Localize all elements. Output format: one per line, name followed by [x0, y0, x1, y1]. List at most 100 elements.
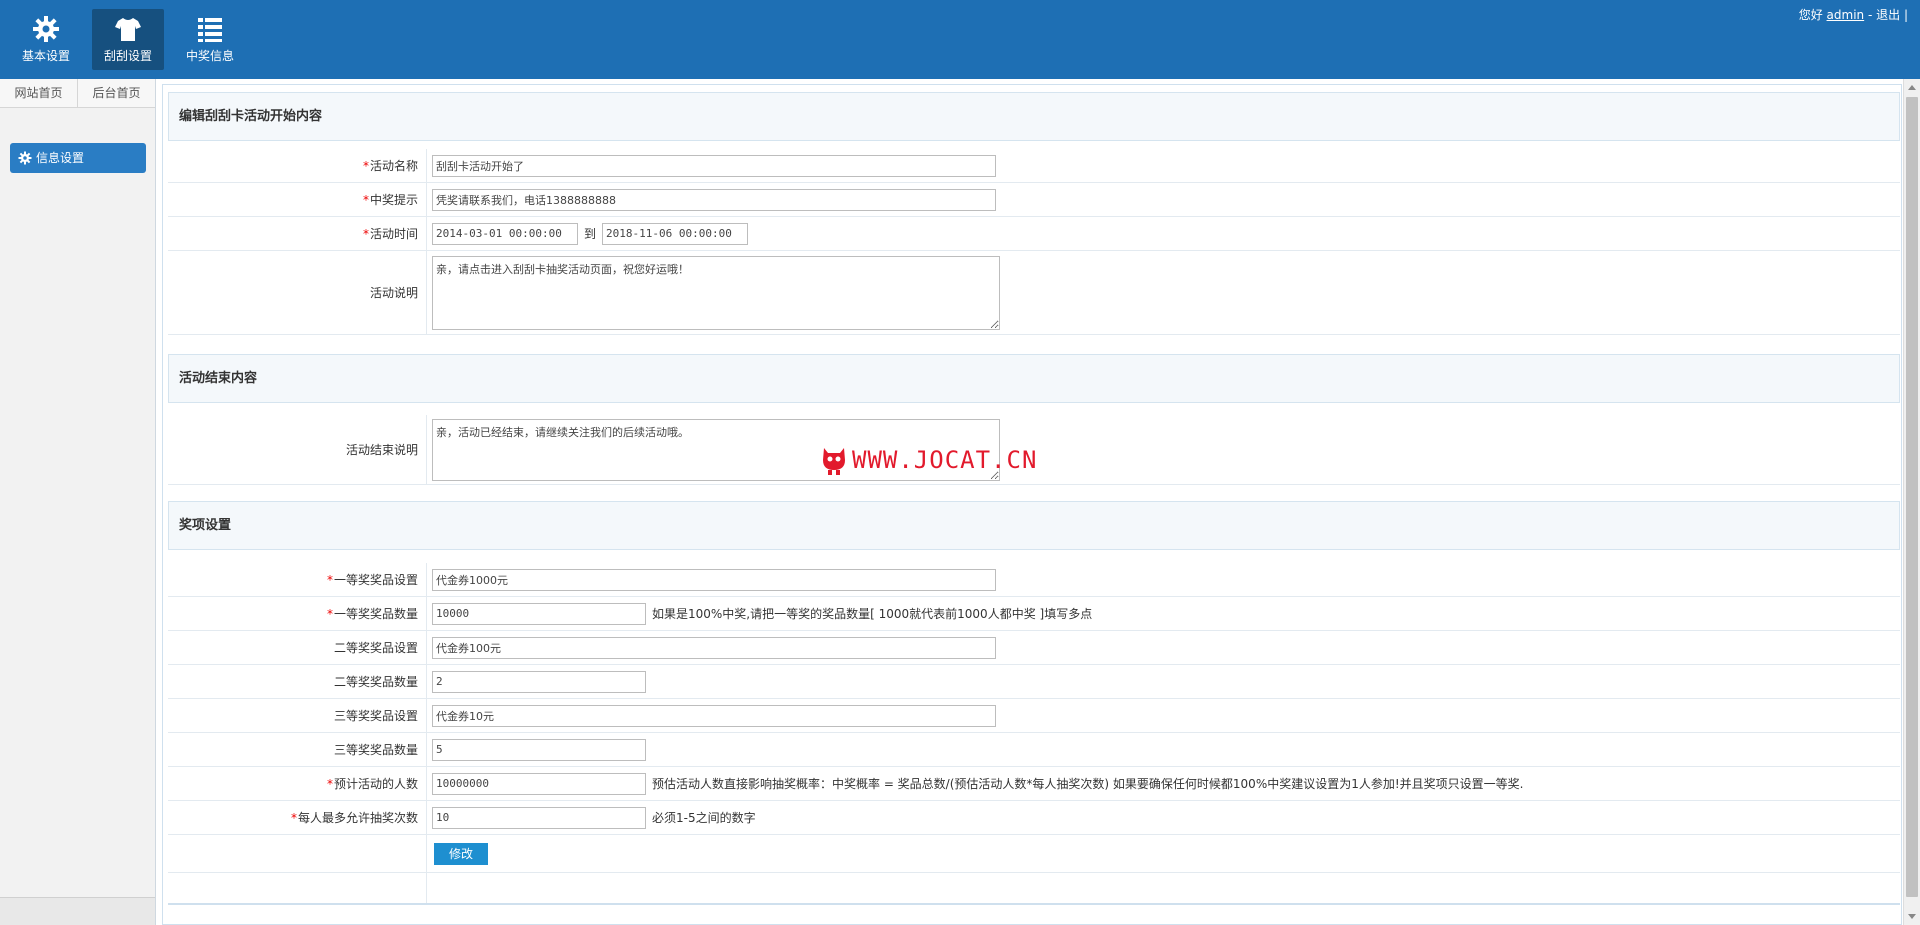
- max-draws-input[interactable]: [432, 806, 646, 829]
- label-text: 预计活动的人数: [333, 777, 418, 791]
- form-row-activity-time: *活动时间 到: [168, 217, 1900, 251]
- field-label: * 一等奖奖品数量: [168, 597, 427, 630]
- prize1-name-input[interactable]: [432, 568, 996, 591]
- tab-site-home[interactable]: 网站首页: [0, 79, 78, 107]
- required-mark: *: [362, 192, 369, 207]
- expected-people-hint: 预估活动人数直接影响抽奖概率：中奖概率 = 奖品总数/(预估活动人数*每人抽奖次…: [652, 777, 1524, 791]
- activity-desc-textarea[interactable]: 亲，请点击进入刮刮卡抽奖活动页面，祝您好运哦！: [432, 255, 1000, 330]
- gear-icon: [18, 151, 32, 165]
- nav-label: 刮刮设置: [103, 49, 152, 63]
- nav-basic-settings[interactable]: 基本设置: [10, 9, 82, 70]
- label-text: 活动说明: [369, 286, 418, 300]
- field-label: * 预计活动的人数: [168, 767, 427, 800]
- user-area: 您好 admin - 退出 |: [1799, 6, 1908, 23]
- main-content: 编辑刮刮卡活动开始内容 *活动名称 *中奖提示 *活动时间 到 活动说明 亲，请…: [162, 84, 1902, 925]
- field-label: * 每人最多允许抽奖次数: [168, 801, 427, 834]
- nav-scratch-settings[interactable]: 刮刮设置: [92, 9, 164, 70]
- start-time-input[interactable]: [432, 222, 578, 245]
- field-label: 活动结束说明: [168, 415, 427, 484]
- form-row-activity-desc: 活动说明 亲，请点击进入刮刮卡抽奖活动页面，祝您好运哦！: [168, 251, 1900, 335]
- end-time-input[interactable]: [602, 222, 749, 245]
- label-text: 一等奖奖品数量: [333, 607, 418, 621]
- submit-button[interactable]: 修改: [434, 842, 488, 865]
- expected-people-input[interactable]: [432, 772, 646, 795]
- label-text: 一等奖奖品设置: [333, 573, 418, 587]
- prize2-name-input[interactable]: [432, 636, 996, 659]
- nav-label: 中奖信息: [185, 49, 234, 63]
- label-text: 三等奖奖品设置: [333, 709, 418, 723]
- required-mark: *: [362, 226, 369, 241]
- activity-name-input[interactable]: [432, 154, 996, 177]
- required-mark: *: [362, 158, 369, 173]
- prize2-count-input[interactable]: [432, 670, 646, 693]
- scroll-down-arrow-icon[interactable]: [1908, 914, 1916, 919]
- label-text: 二等奖奖品设置: [333, 641, 418, 655]
- list-icon: [198, 18, 222, 42]
- form-row-prize1-name: * 一等奖奖品设置: [168, 563, 1900, 597]
- required-mark: *: [326, 572, 333, 587]
- watermark: WWW.JOCAT.CN: [820, 444, 1037, 476]
- field-label: 二等奖奖品设置: [168, 631, 427, 664]
- tab-admin-home[interactable]: 后台首页: [78, 79, 155, 107]
- gear-icon: [33, 16, 59, 42]
- form-row-win-tip: * 中奖提示: [168, 183, 1900, 217]
- label-text: 活动名称: [369, 159, 418, 173]
- form-row-submit: 修改: [168, 835, 1900, 873]
- prize3-name-input[interactable]: [432, 704, 996, 727]
- label-text: 活动时间: [369, 227, 418, 241]
- to-label: 到: [584, 227, 597, 241]
- username-link[interactable]: admin: [1827, 8, 1865, 22]
- sidebar-tabs: 网站首页 后台首页: [0, 79, 155, 108]
- prize1-count-hint: 如果是100%中奖,请把一等奖的奖品数量[ 1000就代表前1000人都中奖 ]…: [652, 607, 1093, 621]
- section-title-end: 活动结束内容: [168, 354, 1900, 403]
- left-sidebar: 网站首页 后台首页 信息设置: [0, 79, 156, 925]
- section-title-start: 编辑刮刮卡活动开始内容: [168, 92, 1900, 141]
- required-mark: *: [326, 606, 333, 621]
- field-label: 三等奖奖品数量: [168, 733, 427, 766]
- top-header: 基本设置 刮刮设置 中奖信息 您好 admin - 退出 |: [0, 0, 1920, 79]
- nav-winner-info[interactable]: 中奖信息: [174, 9, 246, 70]
- form-row-prize2-name: 二等奖奖品设置: [168, 631, 1900, 665]
- form-row-prize3-count: 三等奖奖品数量: [168, 733, 1900, 767]
- cat-logo-icon: [823, 448, 845, 475]
- trailing-separator: |: [1900, 8, 1908, 22]
- form-row-empty: [168, 873, 1900, 905]
- field-label: * 活动名称: [168, 149, 427, 182]
- field-label: 二等奖奖品数量: [168, 665, 427, 698]
- label-text: 三等奖奖品数量: [333, 743, 418, 757]
- form-row-expected-people: *预计活动的人数 预估活动人数直接影响抽奖概率：中奖概率 = 奖品总数/(预估活…: [168, 767, 1900, 801]
- form-row-prize2-count: 二等奖奖品数量: [168, 665, 1900, 699]
- field-label-empty: [168, 873, 427, 903]
- logout-link[interactable]: 退出: [1876, 8, 1900, 22]
- field-label: * 一等奖奖品设置: [168, 563, 427, 596]
- field-label-empty: [168, 835, 427, 872]
- label-text: 二等奖奖品数量: [333, 675, 418, 689]
- sidebar-item-label: 信息设置: [36, 151, 85, 165]
- sidebar-footer: [0, 897, 155, 925]
- greeting: 您好: [1798, 8, 1823, 22]
- field-label: * 活动时间: [168, 217, 427, 250]
- form-row-activity-name: * 活动名称: [168, 149, 1900, 183]
- scroll-up-arrow-icon[interactable]: [1908, 85, 1916, 90]
- scroll-thumb[interactable]: [1906, 97, 1918, 897]
- max-draws-hint: 必须1-5之间的数字: [652, 811, 756, 825]
- field-label: 活动说明: [168, 251, 427, 334]
- win-tip-input[interactable]: [432, 188, 996, 211]
- watermark-text: WWW.JOCAT.CN: [852, 446, 1038, 474]
- prize3-count-input[interactable]: [432, 738, 646, 761]
- field-label: 三等奖奖品设置: [168, 699, 427, 732]
- tshirt-icon: [115, 18, 141, 41]
- form-row-prize3-name: 三等奖奖品设置: [168, 699, 1900, 733]
- vertical-scrollbar[interactable]: [1903, 79, 1920, 925]
- nav-label: 基本设置: [21, 49, 70, 63]
- field-label: * 中奖提示: [168, 183, 427, 216]
- label-text: 每人最多允许抽奖次数: [297, 811, 418, 825]
- label-text: 中奖提示: [369, 193, 418, 207]
- prize1-count-input[interactable]: [432, 602, 646, 625]
- form-row-max-draws: *每人最多允许抽奖次数 必须1-5之间的数字: [168, 801, 1900, 835]
- sidebar-item-info-settings[interactable]: 信息设置: [10, 143, 146, 173]
- label-text: 活动结束说明: [345, 443, 418, 457]
- form-row-prize1-count: *一等奖奖品数量 如果是100%中奖,请把一等奖的奖品数量[ 1000就代表前1…: [168, 597, 1900, 631]
- required-mark: *: [290, 810, 297, 825]
- section-title-prize: 奖项设置: [168, 501, 1900, 550]
